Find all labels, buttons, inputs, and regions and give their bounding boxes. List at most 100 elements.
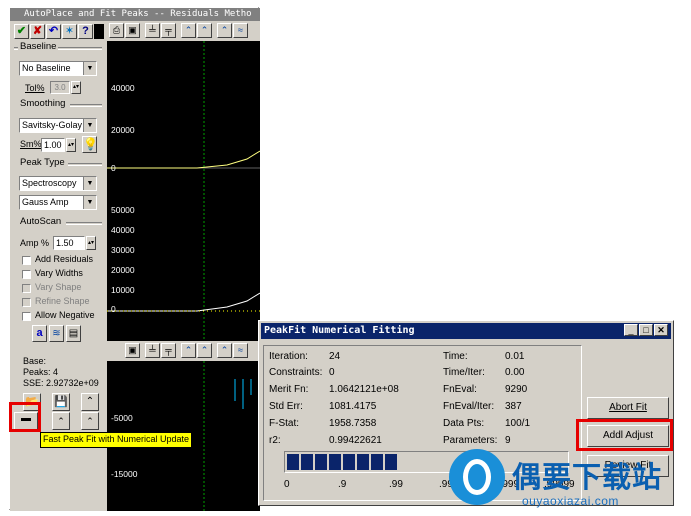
baseline-tool-2-icon[interactable]: ╤ <box>161 23 176 38</box>
peak-type-group-label: Peak Type <box>20 157 65 168</box>
peak-shape-2-icon[interactable]: ⌃ <box>197 343 212 358</box>
merit-fn-value: 1.0642121e+08 <box>329 384 399 395</box>
star-icon[interactable]: ✶ <box>62 24 77 39</box>
sm-stepper[interactable]: ▴▾ <box>66 138 76 152</box>
time-iter-label: Time/Iter: <box>443 367 485 378</box>
progress-block <box>287 454 299 470</box>
refine-shape-label: Refine Shape <box>35 296 90 306</box>
undo-icon[interactable]: ↶ <box>46 24 61 39</box>
vary-widths-label: Vary Widths <box>35 268 83 278</box>
amp-stepper[interactable]: ▴▾ <box>86 236 96 250</box>
peak-family-select[interactable]: Spectroscopy ▼ <box>19 176 97 191</box>
abort-fit-button[interactable]: Abort Fit <box>587 397 669 419</box>
std-err-value: 1081.4175 <box>329 401 377 412</box>
fn-eval-iter-label: FnEval/Iter: <box>443 401 495 412</box>
watermark-url: ouyaoxiazai.com <box>522 494 619 508</box>
sse-status: SSE: 2.92732e+09 <box>23 378 99 388</box>
clipboard-icon[interactable]: ▣ <box>125 343 140 358</box>
lightbulb-icon[interactable]: 💡 <box>82 136 98 153</box>
stack-icon[interactable]: ≋ <box>49 325 64 342</box>
minimize-icon[interactable]: _ <box>624 324 638 336</box>
progress-block <box>371 454 383 470</box>
y-tick-label: 0 <box>111 304 116 314</box>
data-pts-value: 100/1 <box>505 418 531 429</box>
close-icon[interactable]: ✕ <box>654 324 668 336</box>
chevron-down-icon[interactable]: ▼ <box>83 119 96 132</box>
peak-graph-icon[interactable]: ⌃ <box>81 412 99 430</box>
peak-family-select-value: Spectroscopy <box>22 178 77 188</box>
parameters-value: 9 <box>505 435 511 446</box>
y-tick-label: 20000 <box>111 265 135 275</box>
help-icon[interactable]: ? <box>78 24 93 39</box>
toolbar-spacer <box>94 24 104 39</box>
peak-function-select-value: Gauss Amp <box>22 197 69 207</box>
data-pts-label: Data Pts: <box>443 418 485 429</box>
allow-negative-checkbox[interactable] <box>22 312 31 321</box>
close-icon[interactable]: ✘ <box>30 24 45 39</box>
highlight-fast-fit <box>9 402 41 432</box>
smoothing-select[interactable]: Savitsky-Golay ▼ <box>19 118 97 133</box>
check-icon[interactable]: ✔ <box>14 24 29 39</box>
chevron-down-icon[interactable]: ▼ <box>83 62 96 75</box>
peak-function-select[interactable]: Gauss Amp ▼ <box>19 195 97 210</box>
f-stat-label: F-Stat: <box>269 418 300 429</box>
peak-shape-3-icon[interactable]: ⌃ <box>217 343 232 358</box>
save-icon[interactable]: 💾 <box>52 393 70 411</box>
tol-stepper[interactable]: ▴▾ <box>71 81 81 94</box>
progress-block <box>385 454 397 470</box>
sm-label: Sm% <box>20 139 42 149</box>
parameters-label: Parameters: <box>443 435 498 446</box>
amp-input[interactable]: 1.50 <box>53 236 85 250</box>
peak-up-icon[interactable]: ⌃ <box>81 393 99 411</box>
y-tick-label: 40000 <box>111 83 135 93</box>
fn-eval-value: 9290 <box>505 384 528 395</box>
list-icon[interactable]: ▤ <box>66 325 81 342</box>
progress-block <box>343 454 355 470</box>
iteration-label: Iteration: <box>269 351 308 362</box>
peak-shape-2-icon[interactable]: ⌃ <box>197 23 212 38</box>
smoothing-group-label: Smoothing <box>20 98 66 109</box>
plot-toolbar-bottom: ▣ ╧ ╤ ⌃ ⌃ ⌃ ≈ <box>107 341 260 361</box>
plot-toolbar-top: ⎙ ▣ ╧ ╤ ⌃ ⌃ ⌃ ≈ <box>107 21 260 41</box>
progress-block <box>315 454 327 470</box>
print-icon[interactable]: ⎙ <box>109 23 124 38</box>
y-tick-label: 0 <box>111 163 116 173</box>
peak-fit-icon[interactable]: ⌃ <box>52 412 70 430</box>
font-icon[interactable]: a <box>32 325 47 342</box>
allow-negative-label: Allow Negative <box>35 310 95 320</box>
baseline-select[interactable]: No Baseline ▼ <box>19 61 97 76</box>
r2-value: 0.99422621 <box>329 435 382 446</box>
constraints-value: 0 <box>329 367 335 378</box>
baseline-tool-icon[interactable]: ╧ <box>145 23 160 38</box>
base-status: Base: <box>23 356 47 366</box>
time-label: Time: <box>443 351 468 362</box>
y-tick-label: 30000 <box>111 245 135 255</box>
group-divider <box>68 163 102 166</box>
clipboard-icon[interactable]: ▣ <box>125 23 140 38</box>
baseline-tool-2-icon[interactable]: ╤ <box>161 343 176 358</box>
highlight-addl-adjust <box>576 419 673 451</box>
peak-shape-1-icon[interactable]: ⌃ <box>181 343 196 358</box>
chevron-down-icon[interactable]: ▼ <box>83 177 96 190</box>
add-residuals-checkbox[interactable] <box>22 256 31 265</box>
peak-shape-1-icon[interactable]: ⌃ <box>181 23 196 38</box>
group-divider <box>14 47 18 50</box>
watermark-brand: 偶要下载站 <box>512 460 663 494</box>
sm-input[interactable]: 1.00 <box>41 138 65 152</box>
vary-widths-checkbox[interactable] <box>22 270 31 279</box>
peak-shape-4-icon[interactable]: ≈ <box>233 23 248 38</box>
baseline-group-label: Baseline <box>20 41 57 52</box>
smoothing-select-value: Savitsky-Golay <box>22 120 83 130</box>
y-tick-label: 20000 <box>111 125 135 135</box>
progress-scale-label: 0 <box>284 479 290 490</box>
peak-shape-4-icon[interactable]: ≈ <box>233 343 248 358</box>
baseline-tool-icon[interactable]: ╧ <box>145 343 160 358</box>
tol-input[interactable]: 3.0 <box>50 81 70 94</box>
watermark-logo-icon <box>449 449 505 505</box>
peak-shape-3-icon[interactable]: ⌃ <box>217 23 232 38</box>
maximize-icon[interactable]: □ <box>639 324 653 336</box>
add-residuals-label: Add Residuals <box>35 254 94 264</box>
chevron-down-icon[interactable]: ▼ <box>83 196 96 209</box>
refine-shape-checkbox <box>22 298 31 307</box>
peaks-status: Peaks: 4 <box>23 367 59 377</box>
